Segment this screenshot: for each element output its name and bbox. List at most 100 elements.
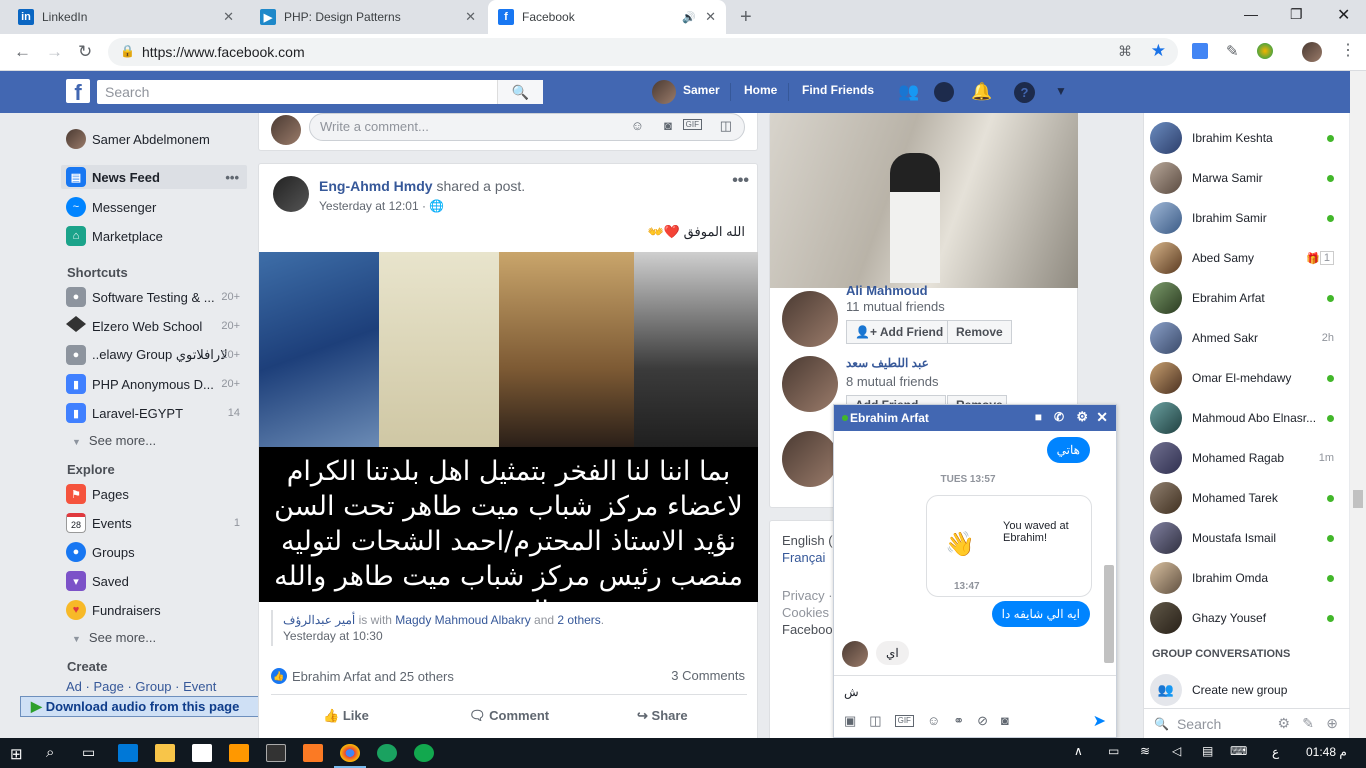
contact-item[interactable]: Omar El-mehdawy — [1150, 358, 1340, 398]
shared-time[interactable]: Yesterday at 10:30 — [283, 629, 383, 643]
contact-item[interactable]: Moustafa Ismail — [1150, 518, 1340, 558]
suggestion-avatar[interactable] — [782, 356, 838, 412]
profile-avatar[interactable] — [1302, 42, 1322, 62]
help-icon[interactable]: ? — [1014, 82, 1035, 103]
comment-input[interactable]: Write a comment... ☺ ◙ GIF ◫ — [309, 113, 745, 141]
create-page-link[interactable]: Page — [93, 679, 123, 694]
gif-icon[interactable]: GIF — [894, 715, 914, 727]
facebook-logo[interactable]: f — [66, 79, 90, 103]
keyboard-icon[interactable]: ⌨ — [1230, 744, 1247, 758]
sidebar-item-fundraisers[interactable]: ♥ Fundraisers — [66, 598, 246, 622]
create-event-link[interactable]: Event — [183, 679, 216, 694]
gear-icon[interactable]: ⚙ — [1277, 715, 1290, 732]
network-icon[interactable]: ≋ — [1140, 744, 1150, 758]
find-friends-link[interactable]: Find Friends — [802, 83, 874, 97]
back-icon[interactable]: ← — [14, 42, 31, 62]
chevron-up-icon[interactable]: ∧ — [1074, 744, 1083, 758]
notifications-icon[interactable]: 🔔 — [971, 82, 992, 102]
tagged-person[interactable]: Magdy Mahmoud Albakry — [395, 613, 530, 627]
profile-avatar[interactable] — [652, 80, 676, 104]
author-avatar[interactable] — [273, 176, 309, 212]
create-ad-link[interactable]: Ad — [66, 679, 82, 694]
sidebar-item-marketplace[interactable]: ⌂ Marketplace — [66, 224, 246, 248]
tab-facebook[interactable]: f Facebook 🔊 ✕ — [488, 0, 726, 34]
search-icon[interactable]: ⌕ — [46, 744, 54, 761]
privacy-link[interactable]: Privacy · — [782, 588, 833, 603]
close-icon[interactable]: ✕ — [223, 9, 234, 25]
edge-icon[interactable] — [118, 744, 138, 762]
shortcut-item[interactable]: ▮ Laravel-EGYPT 14 — [66, 401, 246, 425]
attachment-icon[interactable]: ⊘ — [977, 713, 988, 729]
file-explorer-icon[interactable] — [155, 744, 175, 762]
author-name[interactable]: Eng-Ahmd Hmdy — [319, 178, 433, 194]
scrollbar-thumb[interactable] — [1353, 490, 1363, 508]
task-view-icon[interactable]: ▭ — [82, 744, 95, 761]
reactions-summary[interactable]: 👍 Ebrahim Arfat and 25 others — [271, 668, 454, 684]
contact-item[interactable]: Abed Samy 🎁 1 — [1150, 238, 1340, 278]
contact-item[interactable]: Mohamed Ragab 1m — [1150, 438, 1340, 478]
mutual-friends[interactable]: 8 mutual friends — [846, 374, 939, 389]
camera-icon[interactable]: ◙ — [664, 118, 672, 133]
extension-translate-icon[interactable] — [1192, 43, 1208, 59]
profile-link[interactable]: Samer — [683, 83, 720, 97]
menu-dots-icon[interactable]: ⋮ — [1340, 40, 1356, 60]
share-button[interactable]: ↪ Share — [637, 708, 688, 724]
emoji-icon[interactable]: ☺ — [631, 118, 644, 133]
suggestion-name[interactable]: عبد اللطيف سعد — [846, 356, 929, 370]
cmd-icon[interactable] — [266, 744, 286, 762]
close-icon[interactable]: ✕ — [1096, 409, 1108, 426]
sidebar-item-pages[interactable]: ⚑ Pages — [66, 482, 246, 506]
sidebar-item-saved[interactable]: ▾ Saved — [66, 569, 246, 593]
suggestion-name[interactable]: Ali Mahmoud — [846, 283, 928, 298]
shortcut-item[interactable]: ● Software Testing & ... 20+ — [66, 285, 246, 309]
gif-icon[interactable]: GIF — [682, 119, 702, 130]
chat-scrollbar[interactable] — [1104, 565, 1114, 663]
translate-icon[interactable]: ⌘ — [1118, 43, 1132, 60]
contact-item[interactable]: Ahmed Sakr 2h — [1150, 318, 1340, 358]
mutual-friends[interactable]: 11 mutual friends — [846, 299, 945, 314]
image-icon[interactable]: ▣ — [844, 713, 856, 729]
shared-author[interactable]: أمير عبدالرؤف — [283, 613, 355, 627]
extension-globe-icon[interactable] — [1257, 43, 1273, 59]
video-call-icon[interactable]: ■ — [1035, 410, 1042, 424]
create-group-button[interactable]: 👥 Create new group — [1150, 670, 1340, 710]
chat-header[interactable]: Ebrahim Arfat ■ ✆ ⚙ ✕ — [834, 405, 1116, 431]
bookmark-star-icon[interactable]: ★ — [1151, 41, 1166, 61]
xampp-icon[interactable] — [303, 744, 323, 762]
contact-item[interactable]: Ibrahim Samir — [1150, 198, 1340, 238]
chrome-icon[interactable] — [340, 744, 360, 762]
shortcut-item[interactable]: ● ..elawy Group لارافلاتوي 20+ — [66, 343, 246, 367]
chevron-down-icon[interactable]: ▼ — [1055, 84, 1067, 98]
add-friend-button[interactable]: 👤+ Add Friend — [846, 320, 953, 344]
contact-item[interactable]: Ibrahim Keshta — [1150, 118, 1340, 158]
app-icon[interactable] — [414, 744, 434, 762]
contact-item[interactable]: Marwa Samir — [1150, 158, 1340, 198]
store-icon[interactable] — [192, 744, 212, 762]
tab-linkedin[interactable]: in LinkedIn ✕ — [8, 0, 244, 34]
camera-icon[interactable]: ◙ — [1001, 713, 1009, 729]
contact-item[interactable]: Ghazy Yousef — [1150, 598, 1340, 638]
contact-item[interactable]: Mahmoud Abo Elnasr... — [1150, 398, 1340, 438]
see-more-shortcuts[interactable]: ▼ See more... — [72, 433, 156, 448]
volume-icon[interactable]: ◁ — [1172, 744, 1181, 758]
sidebar-item-groups[interactable]: ● Groups — [66, 540, 246, 564]
window-close-button[interactable]: ✕ — [1337, 5, 1350, 25]
contact-item[interactable]: Ebrahim Arfat — [1150, 278, 1340, 318]
chat-contact-name[interactable]: Ebrahim Arfat — [850, 411, 929, 425]
restore-button[interactable]: ❐ — [1290, 6, 1303, 23]
chat-input[interactable]: ش — [844, 685, 859, 699]
cookies-link[interactable]: Cookies — [782, 605, 829, 620]
contact-item[interactable]: Mohamed Tarek — [1150, 478, 1340, 518]
link-icon[interactable]: ⚭ — [953, 713, 964, 729]
language-english[interactable]: English ( — [782, 533, 833, 548]
contacts-search-input[interactable]: 🔍 Search ⚙ ✎ ⊕ — [1144, 708, 1350, 738]
forward-icon[interactable]: → — [46, 42, 63, 62]
tab-php[interactable]: ▶ PHP: Design Patterns ✕ — [250, 0, 486, 34]
contact-item[interactable]: Ibrahim Omda — [1150, 558, 1340, 598]
create-group-link[interactable]: Group — [135, 679, 171, 694]
windows-start-icon[interactable]: ⊞ — [10, 745, 23, 763]
like-button[interactable]: 👍 Like — [323, 708, 369, 724]
input-language[interactable]: ع — [1272, 745, 1279, 759]
comment-button[interactable]: 🗨 Comment — [469, 708, 549, 724]
page-scrollbar[interactable] — [1350, 71, 1366, 738]
